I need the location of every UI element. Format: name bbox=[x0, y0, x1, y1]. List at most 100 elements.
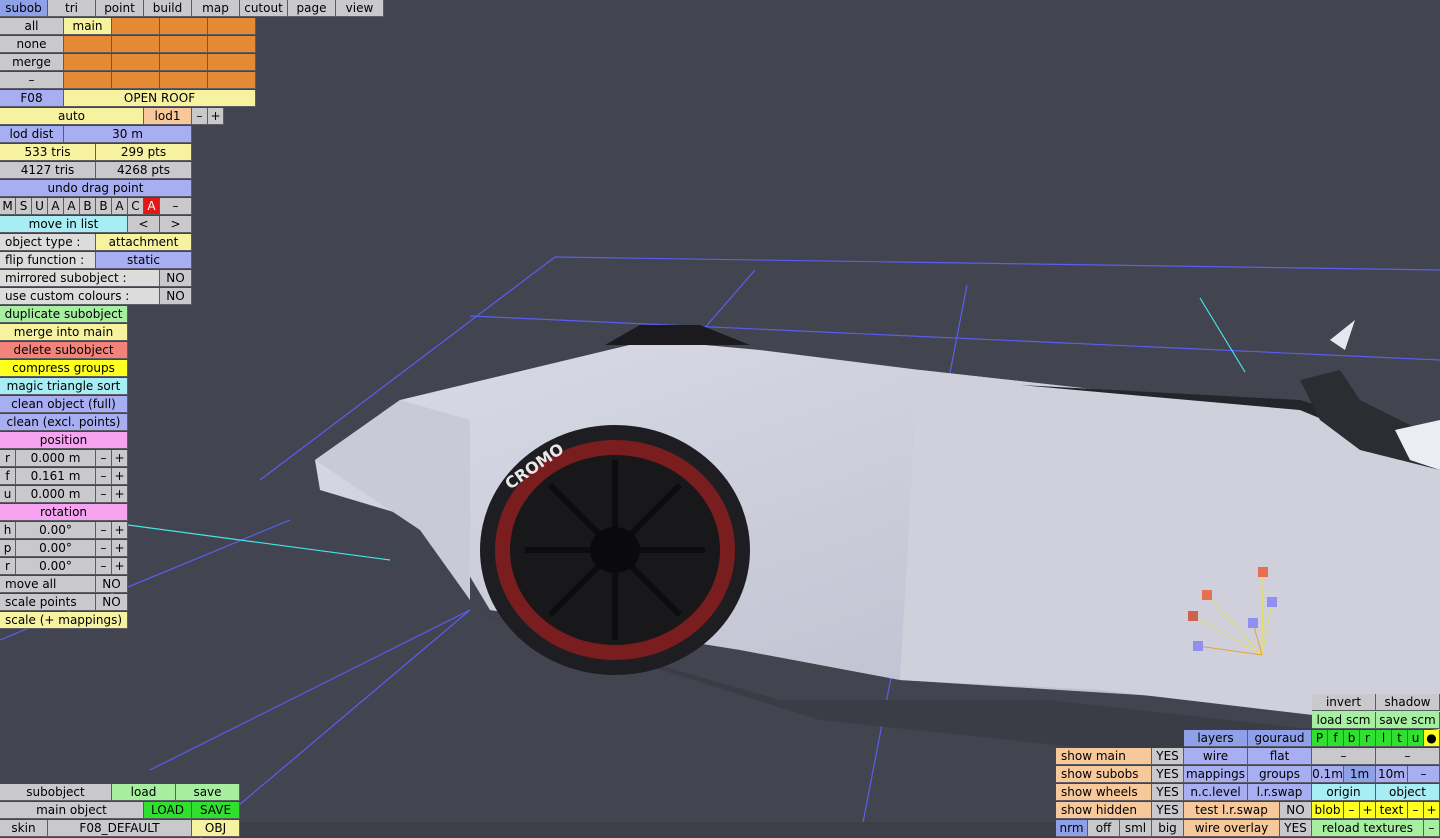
layers-button[interactable]: layers bbox=[1184, 730, 1248, 747]
show-wheels-toggle[interactable]: YES bbox=[1152, 784, 1184, 801]
rotation-p-increment[interactable]: + bbox=[112, 540, 128, 557]
rotation-r-increment[interactable]: + bbox=[112, 558, 128, 575]
view-l-button[interactable]: l bbox=[1376, 730, 1392, 747]
subobject-slot[interactable] bbox=[64, 54, 112, 71]
nc-level-button[interactable]: n.c.level bbox=[1184, 784, 1248, 801]
rotation-h-increment[interactable]: + bbox=[112, 522, 128, 539]
grid-1m-button[interactable]: 1m bbox=[1344, 766, 1376, 783]
point-size-nrm-button[interactable]: nrm bbox=[1056, 820, 1088, 837]
rotation-h-value[interactable]: 0.00° bbox=[16, 522, 96, 539]
view-t-button[interactable]: t bbox=[1392, 730, 1408, 747]
show-subobs-toggle[interactable]: YES bbox=[1152, 766, 1184, 783]
mirrored-subobject-toggle[interactable]: NO bbox=[160, 270, 192, 287]
tab-cutout[interactable]: cutout bbox=[240, 0, 288, 17]
origin-button[interactable]: origin bbox=[1312, 784, 1376, 801]
view-b-button[interactable]: b bbox=[1344, 730, 1360, 747]
tab-subob[interactable]: subob bbox=[0, 0, 48, 17]
lod-level[interactable]: lod1 bbox=[144, 108, 192, 125]
grid-0-1m-button[interactable]: 0.1m bbox=[1312, 766, 1344, 783]
rotation-p-decrement[interactable]: – bbox=[96, 540, 112, 557]
flat-button[interactable]: flat bbox=[1248, 748, 1312, 765]
flag-decrement[interactable]: – bbox=[160, 198, 192, 215]
tab-view[interactable]: view bbox=[336, 0, 384, 17]
view-p-button[interactable]: P bbox=[1312, 730, 1328, 747]
view-u-button[interactable]: u bbox=[1408, 730, 1424, 747]
subobject-slot[interactable] bbox=[208, 54, 256, 71]
subobject-slot[interactable] bbox=[160, 18, 208, 35]
merge-button[interactable]: merge bbox=[0, 54, 64, 71]
subobject-slot[interactable] bbox=[64, 72, 112, 89]
tab-tri[interactable]: tri bbox=[48, 0, 96, 17]
mappings-button[interactable]: mappings bbox=[1184, 766, 1248, 783]
object-type-select[interactable]: attachment bbox=[96, 234, 192, 251]
subobject-save-button[interactable]: save bbox=[176, 784, 240, 801]
position-r-increment[interactable]: + bbox=[112, 450, 128, 467]
tab-build[interactable]: build bbox=[144, 0, 192, 17]
text-decrement[interactable]: – bbox=[1408, 802, 1424, 819]
main-object-save-button[interactable]: SAVE bbox=[192, 802, 240, 819]
subobject-slot[interactable] bbox=[160, 36, 208, 53]
magic-triangle-sort-button[interactable]: magic triangle sort bbox=[0, 378, 128, 395]
reload-textures-button[interactable]: reload textures bbox=[1312, 820, 1424, 837]
lod-increment[interactable]: + bbox=[208, 108, 224, 125]
move-up-button[interactable]: < bbox=[128, 216, 160, 233]
groups-button[interactable]: groups bbox=[1248, 766, 1312, 783]
position-r-decrement[interactable]: – bbox=[96, 450, 112, 467]
subobject-slot[interactable] bbox=[112, 18, 160, 35]
flag-button-u[interactable]: U bbox=[32, 198, 48, 215]
position-u-value[interactable]: 0.000 m bbox=[16, 486, 96, 503]
custom-colours-toggle[interactable]: NO bbox=[160, 288, 192, 305]
view-dot-button[interactable]: ● bbox=[1424, 730, 1440, 747]
tab-point[interactable]: point bbox=[96, 0, 144, 17]
flip-function-select[interactable]: static bbox=[96, 252, 192, 269]
rotation-r-value[interactable]: 0.00° bbox=[16, 558, 96, 575]
rotation-r-decrement[interactable]: – bbox=[96, 558, 112, 575]
subobject-slot[interactable] bbox=[160, 54, 208, 71]
merge-into-main-button[interactable]: merge into main bbox=[0, 324, 128, 341]
subobject-slot[interactable] bbox=[208, 72, 256, 89]
save-scm-button[interactable]: save scm bbox=[1376, 712, 1440, 729]
delete-subobject-button[interactable]: delete subobject bbox=[0, 342, 128, 359]
subobject-slot[interactable] bbox=[112, 54, 160, 71]
point-size-big-button[interactable]: big bbox=[1152, 820, 1184, 837]
subobject-load-button[interactable]: load bbox=[112, 784, 176, 801]
subobject-slot[interactable] bbox=[112, 36, 160, 53]
wire-button[interactable]: wire bbox=[1184, 748, 1248, 765]
subobject-description[interactable]: OPEN ROOF bbox=[64, 90, 256, 107]
flag-button-a[interactable]: A bbox=[48, 198, 64, 215]
text-button[interactable]: text bbox=[1376, 802, 1408, 819]
subobject-slot[interactable] bbox=[208, 36, 256, 53]
subobject-name-button[interactable]: F08 bbox=[0, 90, 64, 107]
tab-map[interactable]: map bbox=[192, 0, 240, 17]
blob-increment[interactable]: + bbox=[1360, 802, 1376, 819]
show-main-toggle[interactable]: YES bbox=[1152, 748, 1184, 765]
lod-dist-value[interactable]: 30 m bbox=[64, 126, 192, 143]
flag-button-s[interactable]: S bbox=[16, 198, 32, 215]
subobject-slot-main[interactable]: main bbox=[64, 18, 112, 35]
subobject-slot[interactable] bbox=[208, 18, 256, 35]
scale-points-toggle[interactable]: NO bbox=[96, 594, 128, 611]
grid-minus-button[interactable]: – bbox=[1408, 766, 1440, 783]
grid-dash-button[interactable]: – bbox=[1312, 748, 1376, 765]
position-f-increment[interactable]: + bbox=[112, 468, 128, 485]
main-object-load-button[interactable]: LOAD bbox=[144, 802, 192, 819]
view-f-button[interactable]: f bbox=[1328, 730, 1344, 747]
rotation-p-value[interactable]: 0.00° bbox=[16, 540, 96, 557]
blob-decrement[interactable]: – bbox=[1344, 802, 1360, 819]
flag-button-a-active[interactable]: A bbox=[144, 198, 160, 215]
rotation-h-decrement[interactable]: – bbox=[96, 522, 112, 539]
load-scm-button[interactable]: load scm bbox=[1312, 712, 1376, 729]
point-size-off-button[interactable]: off bbox=[1088, 820, 1120, 837]
position-r-value[interactable]: 0.000 m bbox=[16, 450, 96, 467]
flag-button-a[interactable]: A bbox=[112, 198, 128, 215]
flag-button-b[interactable]: B bbox=[96, 198, 112, 215]
dash-button[interactable]: – bbox=[0, 72, 64, 89]
move-down-button[interactable]: > bbox=[160, 216, 192, 233]
move-all-toggle[interactable]: NO bbox=[96, 576, 128, 593]
position-f-decrement[interactable]: – bbox=[96, 468, 112, 485]
lr-swap-button[interactable]: l.r.swap bbox=[1248, 784, 1312, 801]
invert-button[interactable]: invert bbox=[1312, 694, 1376, 711]
position-u-increment[interactable]: + bbox=[112, 486, 128, 503]
duplicate-subobject-button[interactable]: duplicate subobject bbox=[0, 306, 128, 323]
subobject-slot[interactable] bbox=[64, 36, 112, 53]
